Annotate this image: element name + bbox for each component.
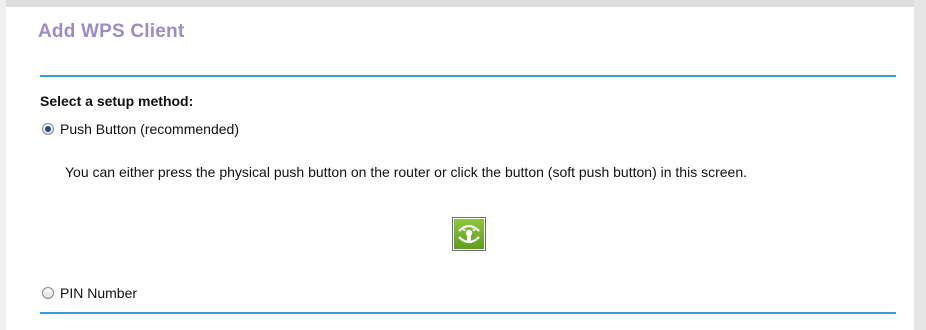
wps-push-button[interactable] <box>452 217 486 251</box>
wps-panel: Add WPS Client Select a setup method: Pu… <box>6 7 914 330</box>
pin-number-radio[interactable] <box>42 287 54 299</box>
title-divider <box>40 75 896 77</box>
push-button-option[interactable]: Push Button (recommended) <box>42 121 239 137</box>
push-button-option-label: Push Button (recommended) <box>60 121 239 137</box>
window-top-border <box>0 0 926 7</box>
window-right-border <box>914 0 926 330</box>
push-button-description: You can either press the physical push b… <box>65 164 747 180</box>
push-button-radio[interactable] <box>42 123 54 135</box>
pin-number-option-label: PIN Number <box>60 285 138 301</box>
setup-method-label: Select a setup method: <box>40 93 194 109</box>
bottom-divider <box>40 312 896 314</box>
pin-number-option[interactable]: PIN Number <box>42 285 137 301</box>
page-title: Add WPS Client <box>38 21 185 42</box>
wps-push-icon <box>454 219 484 249</box>
